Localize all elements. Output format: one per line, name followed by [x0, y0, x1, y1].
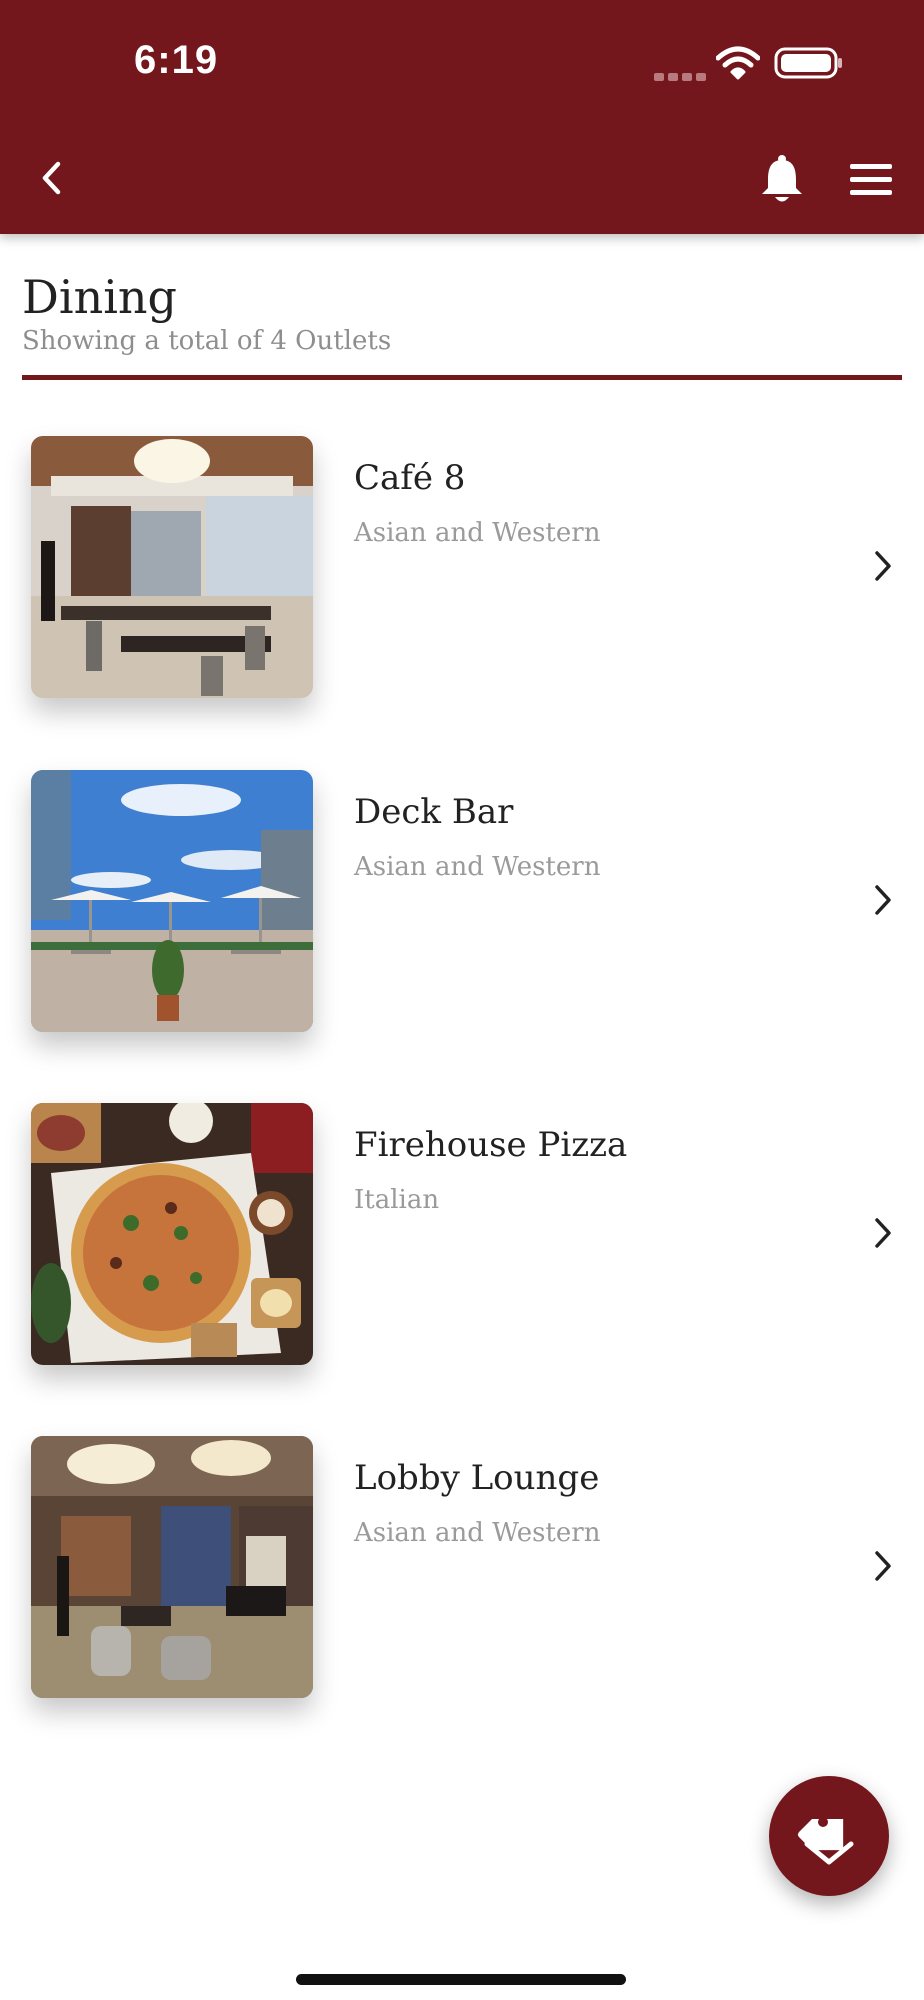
- outlet-cuisine: Asian and Western: [354, 1518, 601, 1548]
- outlet-item-lobby-lounge[interactable]: Lobby Lounge Asian and Western: [0, 1436, 924, 1700]
- wifi-icon: [715, 46, 761, 84]
- outlet-cuisine: Italian: [354, 1185, 440, 1215]
- app-header: 6:19: [0, 0, 924, 234]
- chevron-right-icon: [872, 1548, 894, 1588]
- offers-fab-button[interactable]: [769, 1776, 889, 1896]
- cellular-signal-icon: [654, 66, 710, 85]
- page-title: Dining: [22, 270, 178, 324]
- outlet-cuisine: Asian and Western: [354, 518, 601, 548]
- outlet-image: [31, 770, 313, 1032]
- outlet-image: [31, 436, 313, 698]
- bell-icon: [762, 155, 802, 202]
- status-time: 6:19: [134, 38, 219, 82]
- outlet-item-cafe-8[interactable]: Café 8 Asian and Western: [0, 436, 924, 700]
- tag-icon: [797, 1817, 854, 1865]
- chevron-right-icon: [872, 548, 894, 588]
- outlet-count-subtitle: Showing a total of 4 Outlets: [22, 326, 392, 356]
- outlet-image: [31, 1103, 313, 1365]
- chevron-right-icon: [872, 882, 894, 922]
- hamburger-menu-icon: [850, 164, 892, 195]
- battery-icon: [774, 46, 844, 84]
- notifications-button[interactable]: [758, 154, 806, 208]
- chevron-left-icon: [42, 161, 61, 195]
- outlet-image: [31, 1436, 313, 1698]
- menu-button[interactable]: [848, 162, 894, 202]
- outlet-name: Café 8: [354, 458, 466, 498]
- outlet-name: Deck Bar: [354, 792, 514, 832]
- outlet-item-deck-bar[interactable]: Deck Bar Asian and Western: [0, 770, 924, 1034]
- outlet-item-firehouse-pizza[interactable]: Firehouse Pizza Italian: [0, 1103, 924, 1367]
- home-indicator[interactable]: [296, 1974, 626, 1985]
- title-divider: [22, 375, 902, 380]
- outlet-name: Firehouse Pizza: [354, 1125, 628, 1165]
- outlet-name: Lobby Lounge: [354, 1458, 600, 1498]
- chevron-right-icon: [872, 1215, 894, 1255]
- back-button[interactable]: [36, 158, 68, 202]
- outlet-cuisine: Asian and Western: [354, 852, 601, 882]
